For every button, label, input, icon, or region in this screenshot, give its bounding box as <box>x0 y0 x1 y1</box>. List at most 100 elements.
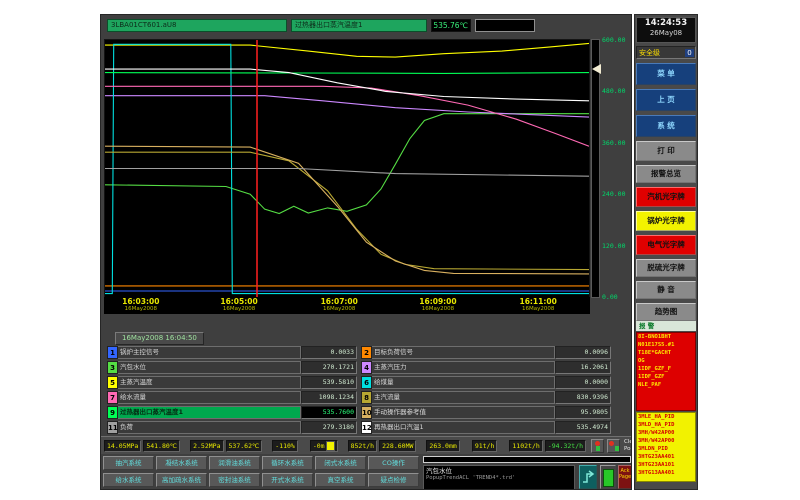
legend-row-1[interactable]: 1锅炉主控信号0.0033 <box>107 346 357 359</box>
console-line: 汽包水位 <box>426 467 572 475</box>
y-scale-bar[interactable] <box>591 39 600 298</box>
legend-color-chip: 4 <box>361 361 372 374</box>
boiler-annunciator-button[interactable]: 锅炉光字牌 <box>636 211 696 231</box>
trend-button[interactable]: 趋势图 <box>636 303 696 321</box>
legend-color-chip: 3 <box>107 361 118 374</box>
system-button[interactable]: 系 统 <box>636 115 696 137</box>
series-3 <box>105 114 589 214</box>
alarm-tag[interactable]: 1IDF_GZF <box>638 374 694 382</box>
popup-trend-button[interactable] <box>579 465 597 489</box>
trace-tag-field[interactable]: 3LBA01CT601.aU8 <box>107 19 287 32</box>
legend-point-name: 目标负荷信号 <box>372 346 555 359</box>
point-name-field[interactable]: 过热器出口蒸汽温度1 <box>291 19 427 32</box>
prev-page-button[interactable]: 上 页 <box>636 89 696 111</box>
nav-button-1-0[interactable]: 给水系统 <box>103 473 154 487</box>
nav-button-0-2[interactable]: 润滑油系统 <box>209 456 260 470</box>
alarm-overview-button[interactable]: 报警总览 <box>636 165 696 183</box>
status-value: 537.62℃ <box>226 440 263 452</box>
clock-date: 26May08 <box>637 30 695 37</box>
screen-button[interactable] <box>600 465 616 489</box>
nav-button-0-0[interactable]: 抽汽系统 <box>103 456 154 470</box>
command-input[interactable] <box>423 456 631 463</box>
alarm-tag[interactable]: 3HTG23AA101 <box>638 462 694 470</box>
legend-color-chip: 5 <box>107 376 118 389</box>
nav-button-0-1[interactable]: 凝结水系统 <box>156 456 207 470</box>
alarm-tag[interactable]: 1IDF_GZF_F <box>638 366 694 374</box>
signal-lamp-button-1[interactable] <box>591 439 604 453</box>
alarm-tag[interactable]: 3HTG13AA401 <box>638 470 694 478</box>
y-tick-label: 240.00 <box>602 190 632 198</box>
legend-row-5[interactable]: 5主蒸汽温度539.5810 <box>107 376 357 389</box>
nav-button-0-5[interactable]: CO操作 <box>368 456 419 470</box>
status-value: 263.0mm <box>426 440 459 452</box>
alarm-tag[interactable]: 3MLD_HA_PID <box>638 422 694 430</box>
legend-row-3[interactable]: 3汽包水位270.1721 <box>107 361 357 374</box>
legend-row-10[interactable]: 10手动操作器参考值95.9805 <box>361 406 611 419</box>
alarm-tag[interactable]: N01E17S5.#1 <box>638 342 694 350</box>
status-value: 228.60MW <box>379 440 416 452</box>
green-bar-icon <box>615 446 619 451</box>
trend-plot[interactable] <box>104 39 590 298</box>
alarm-chip-icon <box>326 441 335 451</box>
nav-button-1-2[interactable]: 密封油系统 <box>209 473 260 487</box>
ack-label: Page <box>619 474 631 480</box>
security-level: 安全级 0 <box>636 46 696 59</box>
turbine-annunciator-button[interactable]: 汽机光字牌 <box>636 187 696 207</box>
electrical-annunciator-button[interactable]: 电气光字牌 <box>636 235 696 255</box>
trend-curves <box>105 40 589 297</box>
alarm-tag[interactable]: 3HTG23AA401 <box>638 454 694 462</box>
clock: 14:24:53 26May08 <box>636 17 696 43</box>
alarm-tag[interactable]: T18E*GACHT <box>638 350 694 358</box>
security-value: 0 <box>685 49 694 57</box>
alarm-tag[interactable]: 3MLDN_PID <box>638 446 694 454</box>
branch-icon <box>580 466 596 488</box>
legend-row-7[interactable]: 7给水流量1098.1234 <box>107 391 357 404</box>
alarm-tag[interactable]: OG <box>638 358 694 366</box>
nav-button-1-3[interactable]: 开式水系统 <box>262 473 313 487</box>
legend-point-name: 汽包水位 <box>118 361 301 374</box>
nav-button-0-4[interactable]: 闭式水系统 <box>315 456 366 470</box>
legend-point-name: 锅炉主控信号 <box>118 346 301 359</box>
series-9 <box>105 73 589 74</box>
desulf-annunciator-button[interactable]: 脱硫光字牌 <box>636 259 696 277</box>
legend-row-12[interactable]: 12再热器出口汽温1535.4974 <box>361 421 611 434</box>
green-bar-icon <box>596 446 600 451</box>
nav-button-1-4[interactable]: 真空系统 <box>315 473 366 487</box>
alarm-list-active[interactable]: 8I-BNO1BHTN01E17S5.#1T18E*GACHTOG1IDF_GZ… <box>636 332 696 411</box>
legend-point-name: 过热器出口蒸汽温度1 <box>118 406 301 419</box>
legend-point-value: 0.0033 <box>301 346 357 359</box>
legend-row-9[interactable]: 9过热器出口蒸汽温度1535.7600 <box>107 406 357 419</box>
series-5 <box>105 43 589 57</box>
status-value: 14.05MPa <box>104 440 141 452</box>
status-value: 91t/h <box>472 440 498 452</box>
nav-button-1-1[interactable]: 高加疏水系统 <box>156 473 207 487</box>
nav-button-1-5[interactable]: 疑点检修 <box>368 473 419 487</box>
scale-marker-icon[interactable] <box>592 64 601 74</box>
alarm-list-header: 报 警 <box>636 321 696 331</box>
clear-point-label[interactable]: ClearPoint <box>624 439 632 451</box>
legend-row-4[interactable]: 4主蒸汽压力16.2061 <box>361 361 611 374</box>
mute-button[interactable]: 静 音 <box>636 281 696 299</box>
status-value: 1102t/h <box>509 440 542 452</box>
alarm-tag[interactable]: 3MH/W42AP00 <box>638 438 694 446</box>
print-button[interactable]: 打 印 <box>636 141 696 161</box>
status-value: -94.32t/h <box>545 440 586 452</box>
nav-button-0-3[interactable]: 循环水系统 <box>262 456 313 470</box>
legend-row-11[interactable]: 11负荷279.3180 <box>107 421 357 434</box>
header-extra-box[interactable] <box>475 19 535 32</box>
nav-row-1: 抽汽系统凝结水系统润滑油系统循环水系统闭式水系统CO操作 <box>103 456 421 470</box>
legend-row-8[interactable]: 8主汽流量830.9396 <box>361 391 611 404</box>
ack-page-button[interactable]: Ack Page <box>618 465 632 489</box>
status-value: 541.80℃ <box>143 440 180 452</box>
legend-row-2[interactable]: 2目标负荷信号0.0096 <box>361 346 611 359</box>
alarm-tag[interactable]: NLE_PAF <box>638 382 694 390</box>
legend-row-6[interactable]: 6给煤量0.0000 <box>361 376 611 389</box>
cursor-timestamp: 16May2008 16:04:50 <box>115 332 204 345</box>
y-tick-label: 0.00 <box>602 293 632 301</box>
alarm-tag[interactable]: 3MH/W42AP00 <box>638 430 694 438</box>
signal-lamp-button-2[interactable] <box>607 439 620 453</box>
alarm-tag[interactable]: 3MLE_HA_PID <box>638 414 694 422</box>
alarm-tag[interactable]: 8I-BNO1BHT <box>638 334 694 342</box>
menu-button[interactable]: 菜 单 <box>636 63 696 85</box>
alarm-list-acknowledged[interactable]: 3MLE_HA_PID3MLD_HA_PID3MH/W42AP003MH/W42… <box>636 412 696 482</box>
